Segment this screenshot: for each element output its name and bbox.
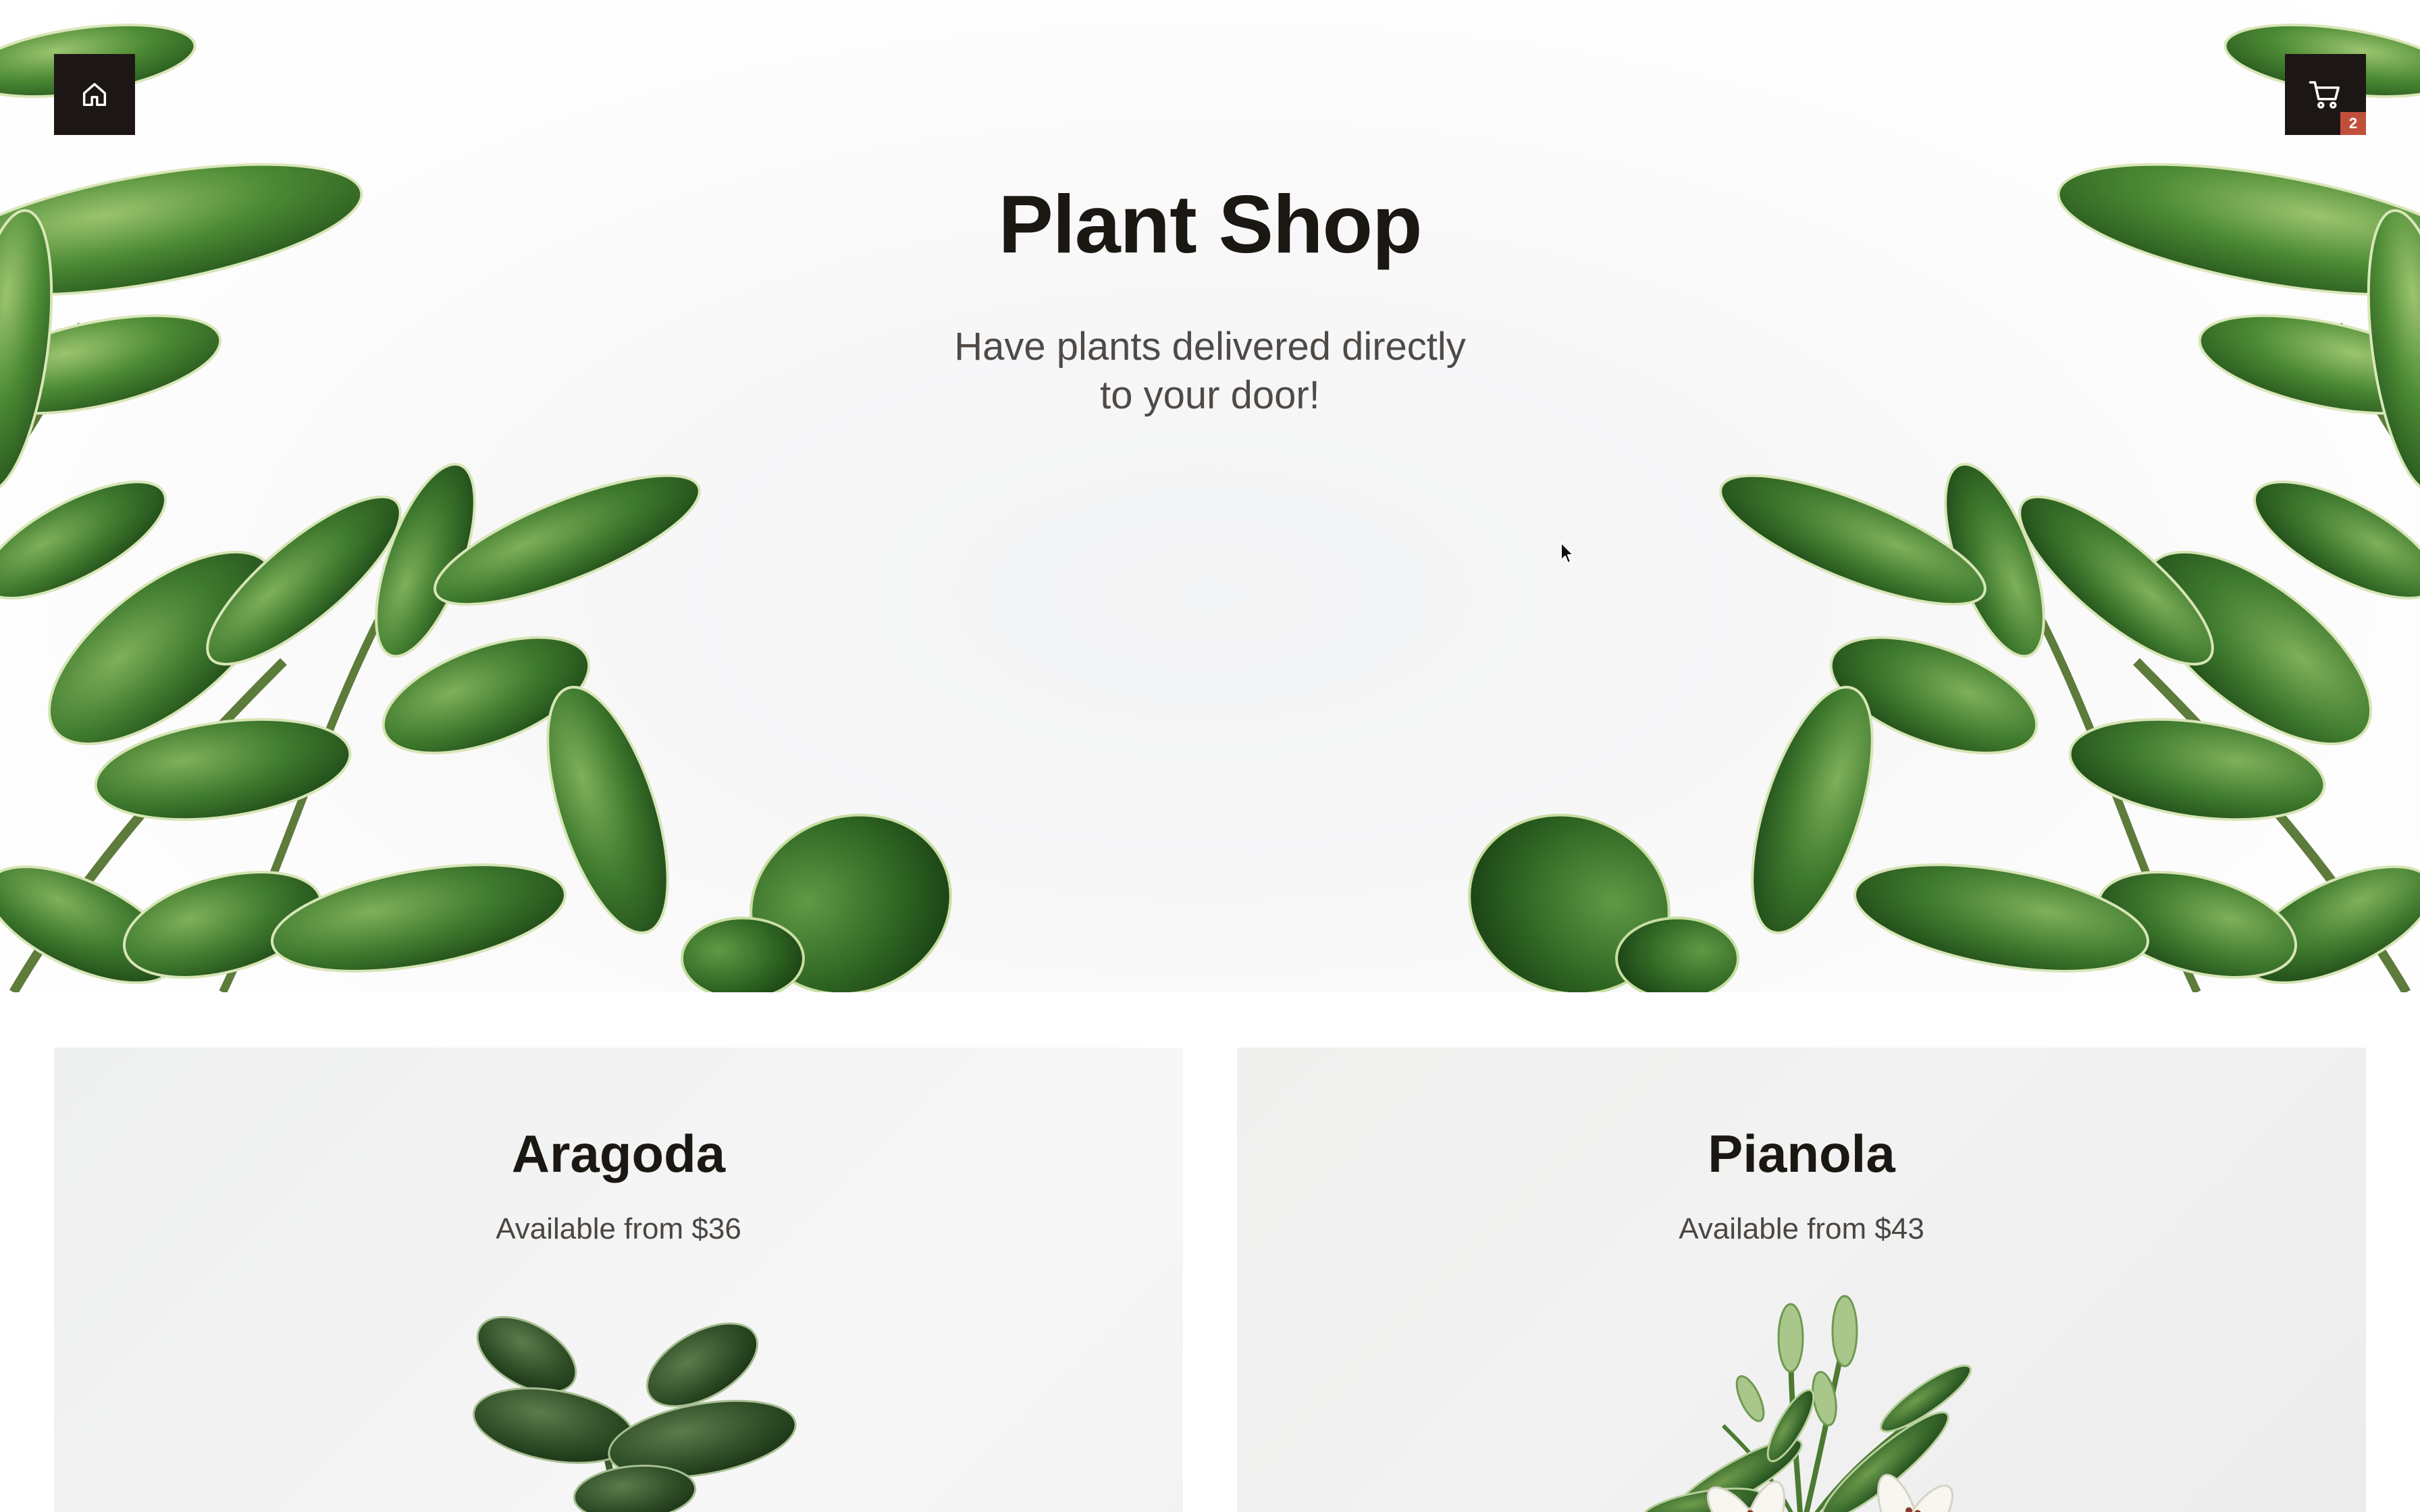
- left-foliage: [0, 23, 952, 992]
- product-card-aragoda[interactable]: Aragoda Available from $36: [54, 1048, 1183, 1512]
- right-foliage: [1468, 23, 2420, 992]
- aragoda-plant-image: [472, 1316, 797, 1512]
- cart-count-badge: 2: [2340, 112, 2366, 135]
- cart-button[interactable]: 2: [2285, 54, 2366, 135]
- page-title: Plant Shop: [998, 178, 1422, 270]
- home-button[interactable]: [54, 54, 135, 135]
- hero-section: 2 Plant Shop Have plants delivered direc…: [0, 0, 2420, 992]
- product-card-pianola[interactable]: Pianola Available from $43: [1237, 1048, 2366, 1512]
- product-price: Available from $36: [496, 1212, 741, 1245]
- product-name: Aragoda: [511, 1124, 726, 1183]
- mouse-cursor-icon: [1560, 542, 1574, 564]
- cart-icon: [2309, 81, 2340, 109]
- home-icon: [82, 82, 107, 107]
- product-price: Available from $43: [1679, 1212, 1924, 1245]
- product-name: Pianola: [1708, 1124, 1895, 1183]
- plant-shop-page: 2 Plant Shop Have plants delivered direc…: [0, 0, 2420, 1512]
- pianola-plant-image: [1641, 1295, 1972, 1512]
- foliage-illustration: [0, 23, 2420, 992]
- hero-subtitle: Have plants delivered directly to your d…: [954, 325, 1466, 417]
